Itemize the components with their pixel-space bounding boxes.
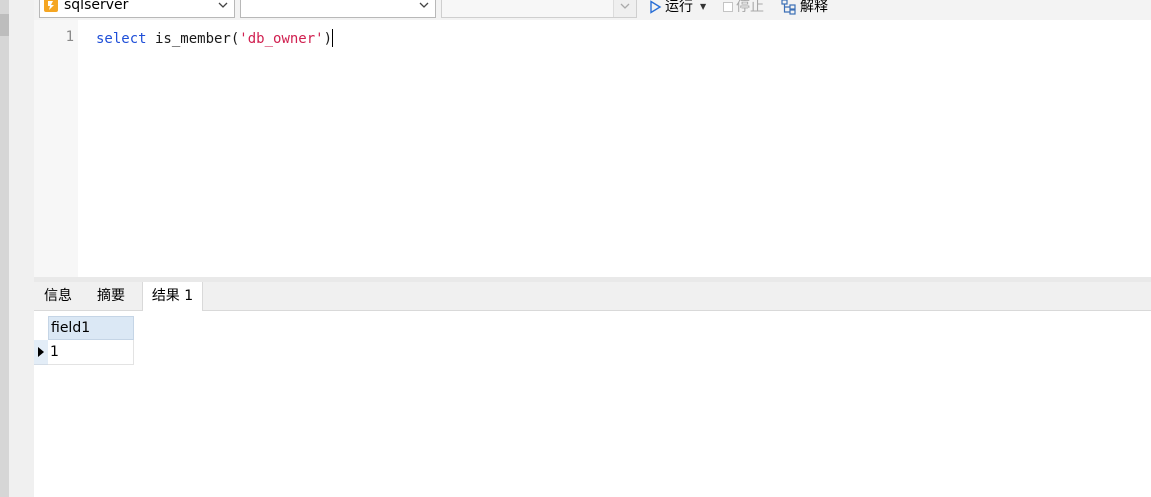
- chevron-down-icon: [218, 2, 228, 8]
- explain-tree-icon: [781, 0, 796, 15]
- run-label: 运行: [665, 0, 693, 15]
- schema-dropdown-button[interactable]: [613, 0, 636, 17]
- chevron-down-icon: [419, 2, 429, 8]
- result-tab-bar: 信息 摘要 结果 1: [34, 282, 1151, 311]
- left-panel-strip: [0, 0, 34, 497]
- tab-summary-label: 摘要: [97, 288, 125, 304]
- tab-info-label: 信息: [44, 288, 72, 304]
- column-header[interactable]: field1: [48, 316, 134, 340]
- schema-select[interactable]: [441, 0, 637, 18]
- tab-summary[interactable]: 摘要: [89, 282, 133, 310]
- vertical-scrollbar[interactable]: [0, 0, 9, 497]
- stop-icon: [723, 2, 733, 12]
- database-icon: [44, 0, 58, 12]
- tab-result-1[interactable]: 结果 1: [142, 282, 203, 311]
- run-dropdown-caret[interactable]: ▼: [700, 0, 706, 16]
- sql-string-literal: 'db_owner': [239, 31, 324, 47]
- code-line[interactable]: select is_member('db_owner'): [96, 29, 334, 47]
- explain-label: 解释: [800, 0, 828, 15]
- connection-value: sqlserver: [64, 0, 129, 13]
- sql-keyword: select: [96, 31, 147, 47]
- explain-button[interactable]: 解释: [781, 0, 828, 16]
- line-number-gutter: 1: [34, 20, 78, 277]
- stop-label: 停止: [736, 0, 764, 15]
- text-cursor: [332, 29, 334, 47]
- sql-editor[interactable]: 1 select is_member('db_owner'): [34, 20, 1151, 277]
- query-toolbar: sqlserver 运行 ▼ 停止 解释: [34, 0, 1151, 20]
- run-button[interactable]: 运行 ▼: [648, 0, 706, 16]
- chevron-down-icon: [620, 3, 630, 9]
- tab-result-1-label: 结果 1: [151, 288, 194, 304]
- sql-function: is_member(: [146, 31, 240, 47]
- scrollbar-thumb[interactable]: [0, 14, 9, 36]
- line-number: 1: [65, 29, 74, 45]
- table-cell[interactable]: 1: [48, 340, 134, 365]
- play-icon: [650, 0, 662, 14]
- connection-select[interactable]: sqlserver: [39, 0, 235, 18]
- tab-info[interactable]: 信息: [37, 282, 79, 310]
- sql-close-paren: ): [323, 31, 333, 47]
- stop-button[interactable]: 停止: [723, 0, 764, 16]
- current-row-arrow-icon: [38, 347, 44, 357]
- database-select[interactable]: [240, 0, 436, 18]
- row-selector[interactable]: [34, 340, 48, 365]
